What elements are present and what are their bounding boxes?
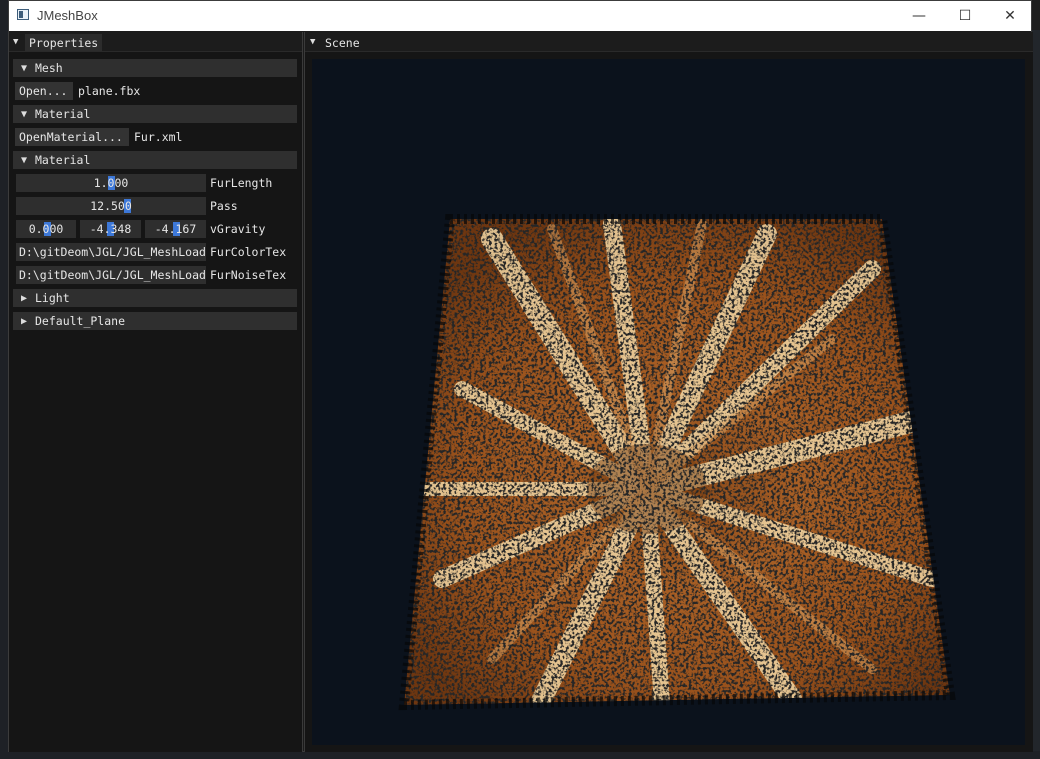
material-header[interactable]: ▼ Material [13,151,297,169]
gravity-z-slider[interactable]: -4.167 [145,220,206,238]
expand-icon: ▶ [20,292,28,304]
background-window-edge-bottom [0,751,1040,759]
scene-viewport[interactable] [312,59,1025,745]
fur-color-tex-label: FurColorTex [210,245,287,259]
close-button[interactable]: ✕ [987,1,1033,31]
tab-menu-icon[interactable]: ▼ [13,37,18,47]
properties-tabbar: ▼ Properties [9,32,302,52]
fur-length-slider[interactable]: 1.000 [16,174,206,192]
properties-panel: ▼ Properties ▼ Mesh Open... plane.fbx ▼ … [9,32,303,752]
close-icon: ✕ [1004,8,1016,24]
fur-noise-tex-input[interactable]: D:\gitDeom\JGL/JGL_MeshLoade [16,266,206,284]
background-window-edge-right [1032,30,1040,759]
open-material-button[interactable]: OpenMaterial... [15,128,129,146]
fur-length-label: FurLength [210,176,273,190]
mesh-header-label: Mesh [35,61,63,75]
material-file-name: Fur.xml [134,130,183,144]
tab-properties-label: Properties [29,35,99,50]
open-mesh-button[interactable]: Open... [15,82,73,100]
tab-properties[interactable]: Properties [25,34,103,51]
collapse-icon: ▼ [20,62,28,74]
mesh-file-name: plane.fbx [78,84,141,98]
expand-icon: ▶ [20,315,28,327]
scene-panel: ▼ Scene [304,32,1033,752]
default-plane-header[interactable]: ▶ Default_Plane [13,312,297,330]
collapse-icon: ▼ [20,154,28,166]
light-header[interactable]: ▶ Light [13,289,297,307]
material-file-header[interactable]: ▼ Material [13,105,297,123]
tab-menu-icon[interactable]: ▼ [310,37,315,47]
collapse-icon: ▼ [20,108,28,120]
gravity-label: vGravity [210,222,266,236]
minimize-button[interactable]: — [896,1,942,31]
gravity-z-value: -4.167 [154,222,197,236]
title-bar[interactable]: JMeshBox — ☐ ✕ [9,1,1031,31]
fur-length-value: 1.000 [93,176,129,190]
scene-tabbar: ▼ Scene [305,32,1033,52]
mesh-header[interactable]: ▼ Mesh [13,59,297,77]
app-icon [17,9,29,20]
fur-color-tex-input[interactable]: D:\gitDeom\JGL/JGL_MeshLoade [16,243,206,261]
fur-noise-tex-value: D:\gitDeom\JGL/JGL_MeshLoade [19,268,206,282]
fur-plane [404,219,950,705]
window-title: JMeshBox [37,8,98,23]
maximize-icon: ☐ [958,8,972,24]
material-header-label: Material [35,153,91,167]
open-material-button-label: OpenMaterial... [19,130,123,144]
material-file-header-label: Material [35,107,91,121]
fur-plane-render [398,214,956,711]
gravity-x-value: 0.000 [28,222,64,236]
light-header-label: Light [35,291,70,305]
gravity-y-slider[interactable]: -4.348 [80,220,141,238]
app-window: JMeshBox — ☐ ✕ ▼ Properties ▼ Mesh Open.… [8,0,1033,752]
background-window-edge [0,0,8,759]
tab-scene-label: Scene [325,35,360,50]
default-plane-header-label: Default_Plane [35,314,126,328]
fur-noise-tex-label: FurNoiseTex [210,268,287,282]
open-mesh-button-label: Open... [19,84,68,98]
tab-scene[interactable]: Scene [321,34,364,51]
fur-color-tex-value: D:\gitDeom\JGL/JGL_MeshLoade [19,245,206,259]
gravity-x-slider[interactable]: 0.000 [16,220,76,238]
pass-value: 12.500 [90,199,132,213]
pass-slider[interactable]: 12.500 [16,197,206,215]
gravity-y-value: -4.348 [89,222,132,236]
minimize-icon: — [912,8,926,24]
maximize-button[interactable]: ☐ [942,1,988,31]
pass-label: Pass [210,199,238,213]
